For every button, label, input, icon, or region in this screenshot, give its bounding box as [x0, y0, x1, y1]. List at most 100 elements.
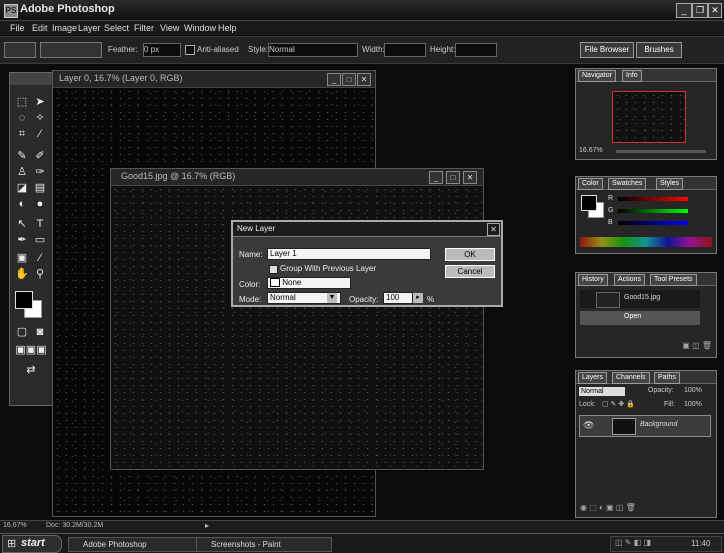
brushes-tab[interactable]: Brushes: [636, 42, 682, 58]
pen-tool-icon[interactable]: ✒: [14, 233, 30, 247]
menu-help[interactable]: Help: [218, 23, 237, 33]
crop-tool-icon[interactable]: ⌗: [14, 127, 30, 141]
tab-color[interactable]: Color: [578, 178, 603, 190]
red-slider[interactable]: [618, 197, 688, 201]
layer-row-background[interactable]: 👁 Background: [579, 415, 711, 437]
hand-tool-icon[interactable]: ✋: [14, 267, 30, 281]
status-zoom[interactable]: 16.67%: [3, 522, 27, 529]
quick-mask-icon[interactable]: ◙: [32, 325, 48, 339]
menu-file[interactable]: File: [10, 23, 25, 33]
history-footer-icons[interactable]: ▣ ◫ 🗑: [580, 341, 712, 351]
close-icon[interactable]: ✕: [487, 223, 500, 236]
foreground-color-swatch[interactable]: [15, 291, 33, 309]
tab-styles[interactable]: Styles: [656, 178, 684, 190]
history-state-row[interactable]: Open: [580, 311, 700, 325]
layer-name-input[interactable]: Layer 1: [267, 248, 431, 260]
eraser-tool-icon[interactable]: ◪: [14, 181, 30, 195]
foreground-color-swatch[interactable]: [581, 195, 597, 211]
tab-info[interactable]: Info: [622, 70, 642, 82]
healing-brush-icon[interactable]: ✎: [14, 149, 30, 163]
opacity-input[interactable]: 100: [383, 292, 413, 304]
path-selection-icon[interactable]: ↖: [14, 217, 30, 231]
clone-stamp-icon[interactable]: ♙: [14, 165, 30, 179]
feather-input[interactable]: 0 px: [143, 43, 181, 57]
zoom-tool-icon[interactable]: ⚲: [32, 267, 48, 281]
screen-mode-icons[interactable]: ▣▣▣: [14, 343, 48, 357]
close-icon[interactable]: ✕: [357, 73, 371, 86]
type-tool-icon[interactable]: T: [32, 217, 48, 231]
menu-edit[interactable]: Edit: [32, 23, 48, 33]
opacity-slider-icon[interactable]: ▸: [413, 293, 423, 303]
tab-swatches[interactable]: Swatches: [608, 178, 647, 190]
menu-view[interactable]: View: [160, 23, 179, 33]
tab-actions[interactable]: Actions: [614, 274, 645, 286]
taskbar-item-paint[interactable]: Screenshots - Paint: [196, 537, 332, 552]
layer-opacity[interactable]: 100%: [684, 387, 702, 394]
maximize-icon[interactable]: □: [446, 171, 460, 184]
chevron-down-icon[interactable]: ▼: [327, 293, 337, 303]
navigator-zoom[interactable]: 16.67%: [579, 147, 603, 154]
menu-window[interactable]: Window: [184, 23, 216, 33]
layer-fill[interactable]: 100%: [684, 401, 702, 408]
tray-icons[interactable]: ◫ ✎ ◧ ◨: [615, 538, 651, 547]
navigator-zoom-slider[interactable]: [616, 150, 706, 153]
history-snapshot-row[interactable]: Good15.jpg: [580, 290, 700, 308]
height-input[interactable]: [455, 43, 497, 57]
close-icon[interactable]: ✕: [463, 171, 477, 184]
move-tool-icon[interactable]: ➤: [32, 95, 48, 109]
color-ramp[interactable]: [580, 237, 712, 247]
blue-slider[interactable]: [618, 221, 688, 225]
menu-layer[interactable]: Layer: [78, 23, 101, 33]
group-with-previous-checkbox[interactable]: [269, 265, 278, 274]
menu-filter[interactable]: Filter: [134, 23, 154, 33]
status-doc-size: Doc: 30.2M/30.2M: [46, 522, 104, 529]
tool-preset-picker[interactable]: [4, 42, 36, 58]
width-input[interactable]: [384, 43, 426, 57]
lasso-tool-icon[interactable]: ◌: [14, 111, 30, 125]
style-select[interactable]: Normal: [268, 43, 358, 57]
status-arrow-icon[interactable]: ▸: [205, 521, 209, 530]
lock-icons[interactable]: ▢ ✎ ✥ 🔒: [602, 400, 635, 408]
color-select[interactable]: None: [267, 277, 351, 289]
taskbar-item-photoshop[interactable]: Adobe Photoshop: [68, 537, 199, 552]
magic-wand-tool-icon[interactable]: ✧: [32, 111, 48, 125]
tab-layers[interactable]: Layers: [578, 372, 608, 384]
restore-icon[interactable]: ❐: [692, 3, 708, 18]
antialiased-checkbox[interactable]: [185, 45, 195, 55]
blur-tool-icon[interactable]: ◐: [14, 197, 30, 211]
eye-icon[interactable]: 👁: [583, 420, 594, 431]
navigator-thumbnail[interactable]: [612, 91, 686, 143]
file-browser-tab[interactable]: File Browser: [580, 42, 634, 58]
tab-tool-presets[interactable]: Tool Presets: [650, 274, 697, 286]
selection-mode-buttons[interactable]: [40, 42, 102, 58]
marquee-tool-icon[interactable]: ⬚: [14, 95, 30, 109]
layers-footer-icons[interactable]: ◉ ⬚ ◐ ▣ ◫ 🗑: [580, 503, 712, 513]
blend-mode-select[interactable]: Normal: [579, 387, 625, 396]
start-button[interactable]: ⊞ start: [2, 535, 62, 553]
slice-tool-icon[interactable]: ⁄: [32, 127, 48, 141]
ok-button[interactable]: OK: [445, 248, 495, 261]
minimize-icon[interactable]: _: [429, 171, 443, 184]
history-brush-icon[interactable]: ✑: [32, 165, 48, 179]
minimize-icon[interactable]: _: [327, 73, 341, 86]
maximize-icon[interactable]: □: [342, 73, 356, 86]
minimize-icon[interactable]: _: [676, 3, 692, 18]
brush-tool-icon[interactable]: ✐: [32, 149, 48, 163]
cancel-button[interactable]: Cancel: [445, 265, 495, 278]
jump-to-imageready-icon[interactable]: ⇄: [14, 363, 48, 377]
notes-tool-icon[interactable]: ▣: [14, 251, 30, 265]
green-slider[interactable]: [618, 209, 688, 213]
tab-paths[interactable]: Paths: [654, 372, 680, 384]
standard-mode-icon[interactable]: ▢: [14, 325, 30, 339]
tab-history[interactable]: History: [578, 274, 608, 286]
close-icon[interactable]: ✕: [708, 3, 722, 18]
menu-select[interactable]: Select: [104, 23, 129, 33]
tab-navigator[interactable]: Navigator: [578, 70, 616, 82]
tab-channels[interactable]: Channels: [612, 372, 650, 384]
menu-image[interactable]: Image: [52, 23, 77, 33]
document-window-2[interactable]: Good15.jpg @ 16.7% (RGB) _ □ ✕: [110, 168, 484, 470]
gradient-tool-icon[interactable]: ▤: [32, 181, 48, 195]
eyedropper-tool-icon[interactable]: ⁄: [32, 251, 48, 265]
shape-tool-icon[interactable]: ▭: [32, 233, 48, 247]
dodge-tool-icon[interactable]: ●: [32, 197, 48, 211]
